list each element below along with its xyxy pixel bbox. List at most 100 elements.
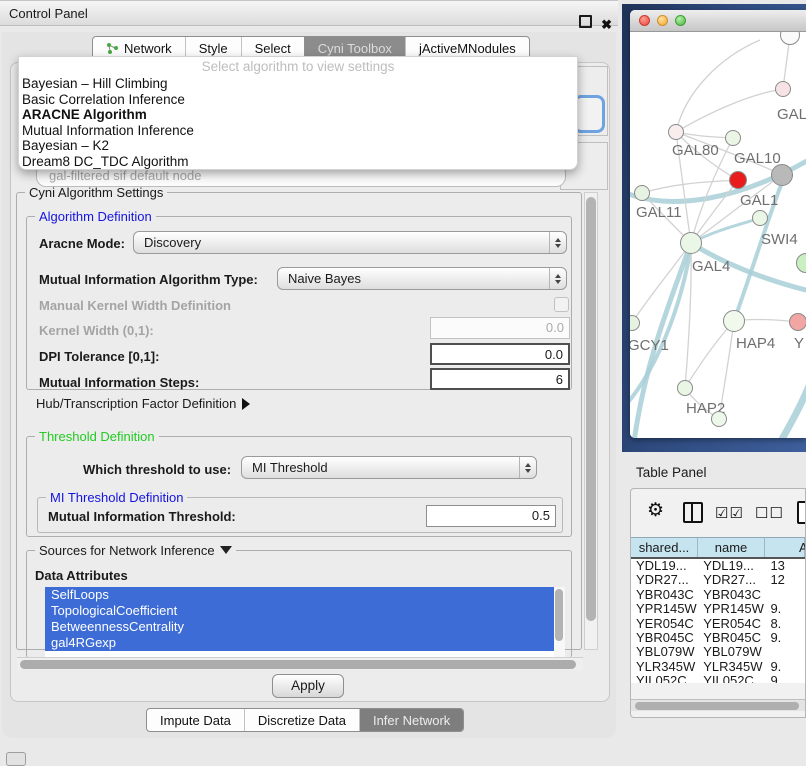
mi-type-label: Mutual Information Algorithm Type: [39,272,258,287]
columns-icon[interactable] [683,502,703,523]
algorithm-definition-title: Algorithm Definition [35,209,156,224]
collapse-arrow-icon [220,546,232,554]
gear-icon[interactable]: ⚙ [647,501,664,521]
float-window-icon[interactable] [579,15,592,28]
dropdown-item[interactable]: Bayesian – Hill Climbing [19,76,577,92]
network-node-label: Y [794,335,804,352]
table-row[interactable]: YBR043CYBR043C [631,588,805,602]
column-header[interactable]: name [698,538,765,557]
dropdown-item[interactable]: Bayesian – K2 [19,138,577,154]
attributes-scrollbar-thumb[interactable] [555,589,563,641]
table-row[interactable]: YDL19...YDL19...13 [631,559,805,573]
table-row[interactable]: YIL052CYIL052C9. [631,674,805,683]
corner-widget-fragment [6,752,26,766]
aracne-mode-label: Aracne Mode: [39,236,125,251]
tab-impute-data[interactable]: Impute Data [147,709,244,731]
table-toolbar: ⚙ ☑☑ ☐☐ [631,489,805,537]
combo-stepper-icon [549,232,566,253]
settings-scrollbar-thumb[interactable] [586,197,596,621]
network-node-gal4[interactable] [680,232,702,254]
network-node[interactable] [711,411,727,427]
attributes-vertical-scrollbar[interactable] [554,587,565,659]
dropdown-item[interactable]: Basic Correlation Inference [19,92,577,108]
dropdown-item-selected[interactable]: ARACNE Algorithm [19,107,577,123]
document-icon[interactable] [797,501,806,524]
dpi-tolerance-field[interactable]: 0.0 [430,343,570,365]
close-icon[interactable]: ✖ [601,12,612,38]
algorithm-definition-group: Algorithm Definition Aracne Mode: Discov… [26,216,572,390]
network-node-swi4[interactable] [752,210,768,226]
kernel-width-field[interactable]: 0.0 [430,317,570,339]
dropdown-item[interactable]: Dream8 DC_TDC Algorithm [19,154,577,170]
table-horizontal-scrollbar[interactable] [631,699,806,711]
hub-definition-expander[interactable]: Hub/Transcription Factor Definition [36,396,250,411]
list-item[interactable]: gal4RGexp [45,635,554,651]
network-window-titlebar[interactable] [630,10,806,32]
list-item[interactable]: SelfLoops [45,587,554,603]
sources-group-title[interactable]: Sources for Network Inference [35,543,236,558]
control-panel-title: Control Panel [9,6,88,21]
mi-steps-field[interactable]: 6 [430,368,570,390]
threshold-definition-title: Threshold Definition [35,429,159,444]
table-row[interactable]: YPR145WYPR145W9. [631,602,805,616]
settings-hscrollbar-thumb[interactable] [20,660,576,669]
network-node-hap4[interactable] [723,310,745,332]
network-node-gal[interactable] [775,81,791,97]
network-node-y[interactable] [789,313,806,331]
network-node-gal10[interactable] [725,130,741,146]
table-header-row: shared... name A [631,537,805,559]
table-row[interactable]: YBR045CYBR045C9. [631,631,805,645]
table-row[interactable]: YER054CYER054C8. [631,617,805,631]
network-node-label: GAL11 [636,204,682,221]
network-node-label: GAL4 [692,258,730,275]
network-node-label: SWI4 [761,231,798,248]
close-traffic-light-icon[interactable] [639,15,650,26]
minimize-traffic-light-icon[interactable] [657,15,668,26]
data-attributes-list: SelfLoops TopologicalCoefficient Between… [45,587,554,659]
select-all-checkboxes-icon[interactable]: ☑☑ [715,504,744,522]
mi-threshold-definition-title: MI Threshold Definition [46,490,187,505]
network-node-label: GCY1 [630,337,669,354]
manual-kernel-label: Manual Kernel Width Definition [39,298,231,313]
tab-discretize-data[interactable]: Discretize Data [244,709,359,731]
data-attributes-label: Data Attributes [35,568,128,583]
mi-steps-label: Mutual Information Steps: [39,375,199,390]
mi-algorithm-type-combo[interactable]: Naive Bayes [277,267,567,290]
manual-kernel-checkbox[interactable] [554,297,569,312]
dpi-tolerance-label: DPI Tolerance [0,1]: [39,349,159,364]
network-canvas[interactable]: GALGAL80GAL10GAL1GAL11SWI4GAL4GCY1HAP4YH… [630,32,806,438]
mi-threshold-definition-group: MI Threshold Definition Mutual Informati… [37,497,563,533]
apply-button[interactable]: Apply [272,674,344,698]
table-body: YDL19...YDL19...13 YDR27...YDR27...12 YB… [631,559,805,683]
column-header[interactable]: A [765,538,805,557]
tab-network-label: Network [124,41,172,56]
table-row[interactable]: YLR345WYLR345W9. [631,660,805,674]
node-table: shared... name A YDL19...YDL19...13 YDR2… [631,537,805,683]
network-node-gal11[interactable] [634,185,650,201]
zoom-traffic-light-icon[interactable] [675,15,686,26]
mi-threshold-field[interactable]: 0.5 [426,505,556,527]
network-node-gal80[interactable] [668,124,684,140]
table-row[interactable]: YBL079WYBL079W [631,645,805,659]
bottom-tabs: Impute Data Discretize Data Infer Networ… [146,708,464,732]
settings-vertical-scrollbar[interactable] [584,192,598,650]
aracne-mode-combo[interactable]: Discovery [133,231,567,254]
network-icon [106,42,119,54]
network-node-gal1[interactable] [729,171,747,189]
dropdown-placeholder: Select algorithm to view settings [19,59,577,76]
network-node-hap2[interactable] [677,380,693,396]
tab-infer-network[interactable]: Infer Network [359,709,463,731]
list-item[interactable]: BetweennessCentrality [45,619,554,635]
settings-horizontal-scrollbar[interactable] [17,657,583,670]
network-node[interactable] [771,164,793,186]
column-header[interactable]: shared... [631,538,698,557]
table-row[interactable]: YDR27...YDR27...12 [631,573,805,587]
threshold-definition-group: Threshold Definition Which threshold to … [26,436,572,537]
which-threshold-combo[interactable]: MI Threshold [241,456,537,479]
deselect-all-checkboxes-icon[interactable]: ☐☐ [755,504,784,522]
table-hscrollbar-thumb[interactable] [635,702,799,710]
expand-arrow-icon [242,398,250,410]
dropdown-item[interactable]: Mutual Information Inference [19,123,577,139]
list-item[interactable]: TopologicalCoefficient [45,603,554,619]
network-node-label: GAL10 [734,150,781,167]
